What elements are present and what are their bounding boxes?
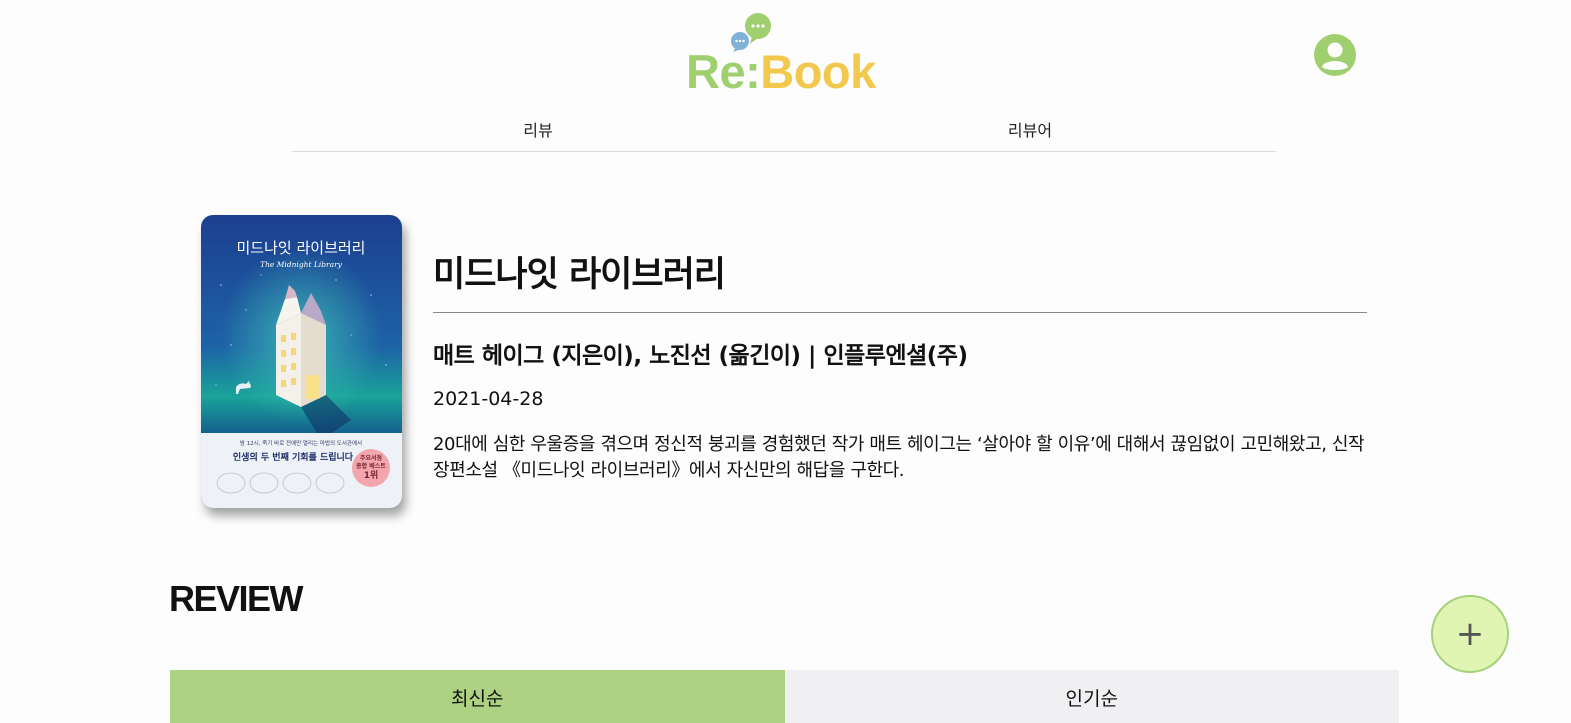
- review-sort-tabs: 최신순 인기순: [170, 670, 1399, 723]
- tab-latest[interactable]: 최신순: [170, 670, 785, 723]
- cover-headline: 인생의 두 번째 기회를 드립니다: [233, 451, 354, 463]
- add-review-button[interactable]: +: [1431, 595, 1509, 673]
- site-logo[interactable]: Re:Book: [686, 12, 886, 95]
- cover-title-en: The Midnight Library: [260, 260, 343, 269]
- plus-icon: +: [1455, 614, 1485, 654]
- book-title: 미드나잇 라이브러리: [433, 255, 726, 295]
- svg-text:1위: 1위: [364, 469, 379, 481]
- book-cover-image: 미드나잇 라이브러리 The Midnight Library 밤 12시, 죽…: [201, 215, 402, 508]
- svg-text:주요서점: 주요서점: [360, 454, 382, 462]
- nav-item-review[interactable]: 리뷰: [292, 118, 784, 151]
- book-description: 20대에 심한 우울증을 겪으며 정신적 붕괴를 경험했던 작가 매트 헤이그는…: [433, 434, 1365, 481]
- title-divider: [433, 312, 1367, 313]
- svg-text:종합 베스트: 종합 베스트: [356, 462, 386, 470]
- nav-item-reviewer[interactable]: 리뷰어: [784, 118, 1276, 151]
- tab-popular[interactable]: 인기순: [784, 670, 1399, 723]
- book-publish-date: 2021-04-28: [433, 388, 544, 410]
- review-heading: REVIEW: [169, 578, 304, 619]
- main-nav: 리뷰 리뷰어: [292, 118, 1276, 152]
- logo-book: Book: [760, 45, 876, 98]
- user-circle-icon[interactable]: [1314, 34, 1356, 76]
- logo-re: Re: [686, 45, 746, 98]
- cover-tagline: 밤 12시, 죽기 바로 전에만 열리는 마법의 도서관에서: [240, 439, 362, 447]
- logo-wordmark: Re:Book: [686, 48, 876, 95]
- logo-colon: :: [745, 45, 761, 98]
- book-authors: 매트 헤이그 (지은이), 노진선 (옮긴이) | 인플루엔셜(주): [433, 343, 968, 369]
- cover-title-kr: 미드나잇 라이브러리: [237, 239, 366, 257]
